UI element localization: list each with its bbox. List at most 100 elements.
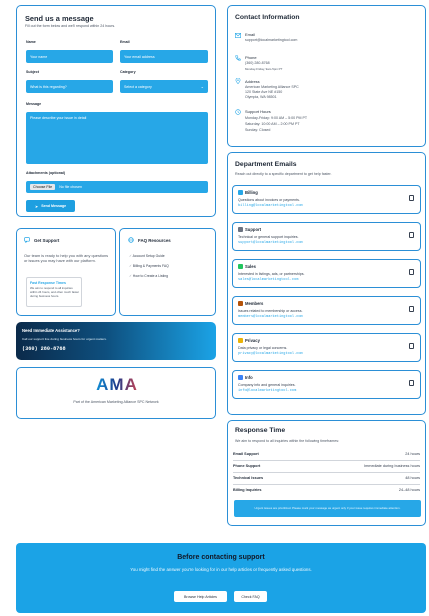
check-icon: ✓	[129, 274, 132, 278]
message-label: Message	[26, 102, 42, 106]
response-row-key: Technical Issues	[233, 476, 264, 480]
hours-line: Saturday: 10:00 AM – 2:00 PM PT	[245, 122, 300, 126]
department-email[interactable]: info@localmarketingtool.com	[238, 389, 296, 393]
fast-response-box: Fast Response Times We aim to respond to…	[26, 277, 82, 307]
response-row-key: Phone Support	[233, 464, 261, 468]
department-name: Privacy	[245, 338, 260, 343]
response-row: Billing Inquiries 24–48 hours	[233, 485, 420, 497]
immediate-assistance-banner: Need Immediate Assistance? Call our supp…	[16, 322, 216, 360]
tools-icon	[238, 227, 243, 232]
phone-label: Phone	[245, 55, 257, 60]
hours-label: Support Hours	[245, 109, 271, 114]
attachments-label: Attachments (optional)	[26, 171, 66, 175]
before-contacting-banner: Before contacting support You might find…	[16, 543, 426, 613]
department-name: Billing	[245, 190, 258, 195]
chat-icon	[24, 237, 30, 243]
subject-input[interactable]: What is this regarding?	[26, 80, 113, 93]
department-email[interactable]: sales@localmarketingtool.com	[238, 278, 298, 282]
email-input[interactable]: Your email address	[120, 50, 208, 63]
immediate-title: Need Immediate Assistance?	[22, 328, 80, 333]
response-row-value: Immediate during business hours	[364, 464, 420, 468]
faq-item[interactable]: ✓ Billing & Payments FAQ	[129, 264, 169, 268]
copy-icon[interactable]	[409, 306, 414, 312]
dollar-icon	[238, 264, 243, 269]
copy-icon[interactable]	[409, 195, 414, 201]
hours-line: Sunday: Closed	[245, 128, 271, 132]
department-name: Members	[245, 301, 264, 306]
ama-logo-text: AMA	[91, 376, 143, 394]
departments-subtitle: Reach out directly to a specific departm…	[235, 172, 332, 176]
department-item-privacy: Privacy Data privacy or legal concerns. …	[232, 333, 421, 362]
response-row-key: Email Support	[233, 452, 259, 456]
hours-line: Monday-Friday: 9:00 AM – 5:00 PM PT	[245, 116, 308, 120]
department-desc: Issues related to membership or access.	[238, 309, 303, 313]
message-form-subtitle: Fill out the form below and we'll respon…	[25, 24, 116, 28]
response-row-key: Billing Inquiries	[233, 488, 262, 492]
message-form-title: Send us a message	[25, 14, 94, 23]
department-email[interactable]: support@localmarketingtool.com	[238, 241, 303, 245]
users-icon	[238, 301, 243, 306]
category-label: Category	[120, 70, 136, 74]
faq-item-label: How to Create a Listing	[132, 274, 169, 278]
globe-icon	[128, 237, 134, 243]
department-desc: Interested in listings, ads, or partners…	[238, 272, 305, 276]
send-icon: ➤	[34, 203, 39, 209]
department-name: Info	[245, 375, 253, 380]
department-email[interactable]: billing@localmarketingtool.com	[238, 204, 303, 208]
immediate-phone[interactable]: (360) 280-8768	[22, 346, 66, 352]
faq-card: FAQ Resources ✓ Account Setup Guide ✓ Bi…	[119, 228, 216, 316]
department-item-members: Members Issues related to membership or …	[232, 296, 421, 325]
department-name: Support	[245, 227, 262, 232]
choose-file-button[interactable]: Choose File	[30, 184, 56, 190]
address-line: 120 State Ave NE #150	[245, 90, 283, 94]
clock-icon	[235, 109, 241, 115]
check-icon: ✓	[129, 254, 132, 258]
name-label: Name	[26, 40, 36, 44]
category-select[interactable]: Select a category ⌄	[120, 80, 208, 93]
phone-value[interactable]: (360) 280-8768	[245, 61, 270, 65]
copy-icon[interactable]	[409, 232, 414, 238]
check-faq-button[interactable]: Check FAQ	[234, 591, 267, 602]
message-textarea[interactable]: Please describe your issue in detail	[26, 112, 208, 164]
department-desc: Technical or general support inquiries.	[238, 235, 299, 239]
name-input[interactable]: Your name	[26, 50, 113, 63]
response-row: Phone Support Immediate during business …	[233, 461, 420, 473]
immediate-text: Call our support line during business ho…	[22, 337, 107, 341]
fast-response-text: We aim to respond to all inquiries withi…	[30, 286, 80, 298]
contact-info-title: Contact Information	[235, 14, 300, 21]
copy-icon[interactable]	[409, 269, 414, 275]
response-row-value: 24–48 hours	[398, 488, 420, 492]
get-support-text: Our team is ready to help you with any q…	[24, 253, 109, 264]
department-desc: Data privacy or legal concerns.	[238, 346, 288, 350]
subject-label: Subject	[26, 70, 39, 74]
address-line: American Marketing Alliance SPC	[245, 85, 299, 89]
faq-item[interactable]: ✓ Account Setup Guide	[129, 254, 165, 258]
browse-help-articles-button[interactable]: Browse Help Articles	[174, 591, 227, 602]
contact-info-card: Contact Information Email support@localm…	[227, 5, 426, 147]
urgent-note: Urgent issues are prioritized. Please ma…	[234, 500, 421, 517]
info-icon	[238, 375, 243, 380]
copy-icon[interactable]	[409, 343, 414, 349]
chevron-down-icon: ⌄	[200, 84, 204, 89]
phone-hours: Monday-Friday, 9am-5pm PT	[245, 67, 283, 71]
response-row-value: 48 hours	[405, 476, 420, 480]
copy-icon[interactable]	[409, 380, 414, 386]
file-input[interactable]: Choose File No file chosen	[26, 181, 208, 193]
mail-icon	[235, 33, 241, 38]
before-title: Before contacting support	[177, 554, 265, 561]
no-file-text: No file chosen	[59, 185, 82, 189]
email-label: Email	[120, 40, 130, 44]
address-line: Olympia, WA 98501	[245, 95, 277, 99]
faq-title: FAQ Resources	[138, 238, 171, 243]
department-email[interactable]: privacy@localmarketingtool.com	[238, 352, 303, 356]
send-message-label: Send Message	[41, 204, 67, 208]
faq-item-label: Billing & Payments FAQ	[132, 264, 169, 268]
department-email[interactable]: members@localmarketingtool.com	[238, 315, 303, 319]
response-row: Technical Issues 48 hours	[233, 473, 420, 485]
send-message-button[interactable]: ➤ Send Message	[26, 200, 75, 212]
faq-item[interactable]: ✓ How to Create a Listing	[129, 274, 168, 278]
response-time-card: Response Time We aim to respond to all i…	[227, 420, 426, 526]
response-row: Email Support 24 hours	[233, 449, 420, 461]
email-value[interactable]: support@localmarketingtool.com	[245, 38, 297, 42]
fast-response-title: Fast Response Times	[30, 281, 66, 285]
